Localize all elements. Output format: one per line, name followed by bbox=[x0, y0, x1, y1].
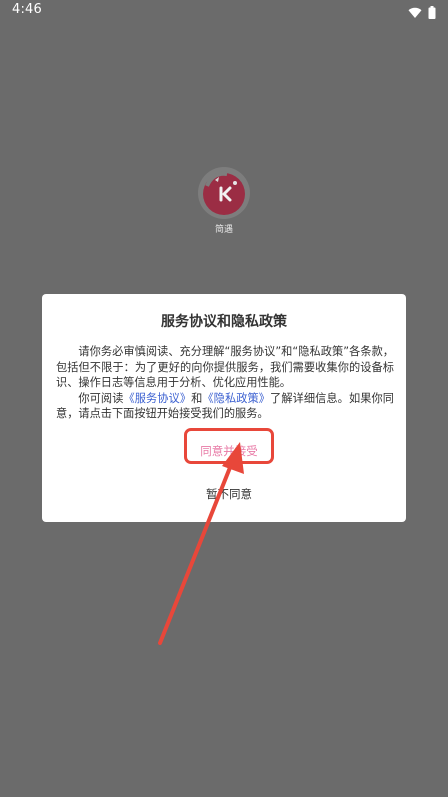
dialog-body: 请你务必审慎阅读、充分理解“服务协议”和“隐私政策”各条款，包括但不限于：为了更… bbox=[56, 344, 394, 422]
app-name: 简遇 bbox=[214, 225, 233, 235]
service-agreement-link[interactable]: 《服务协议》 bbox=[123, 392, 191, 405]
dialog-title: 服务协议和隐私政策 bbox=[161, 314, 287, 330]
paragraph-2-prefix: 你可阅读 bbox=[78, 391, 124, 405]
annotation-highlight-box bbox=[184, 428, 274, 464]
status-bar: 4:46 bbox=[0, 0, 448, 22]
app-logo-icon bbox=[197, 166, 251, 220]
decline-button[interactable]: 暂不同意 bbox=[189, 484, 269, 504]
dialog-paragraph-1: 请你务必审慎阅读、充分理解“服务协议”和“隐私政策”各条款，包括但不限于：为了更… bbox=[56, 345, 394, 389]
battery-icon bbox=[428, 4, 436, 23]
dialog-paragraph-2: 你可阅读《服务协议》和《隐私政策》了解详细信息。如果你同意，请点击下面按钮开始接… bbox=[56, 391, 394, 422]
status-icons bbox=[408, 4, 436, 23]
status-time: 4:46 bbox=[12, 2, 42, 17]
paragraph-2-conjunction: 和 bbox=[191, 391, 203, 405]
agreement-dialog: 服务协议和隐私政策 请你务必审慎阅读、充分理解“服务协议”和“隐私政策”各条款，… bbox=[42, 294, 406, 522]
privacy-policy-link[interactable]: 《隐私政策》 bbox=[202, 392, 270, 405]
wifi-icon bbox=[408, 4, 422, 23]
